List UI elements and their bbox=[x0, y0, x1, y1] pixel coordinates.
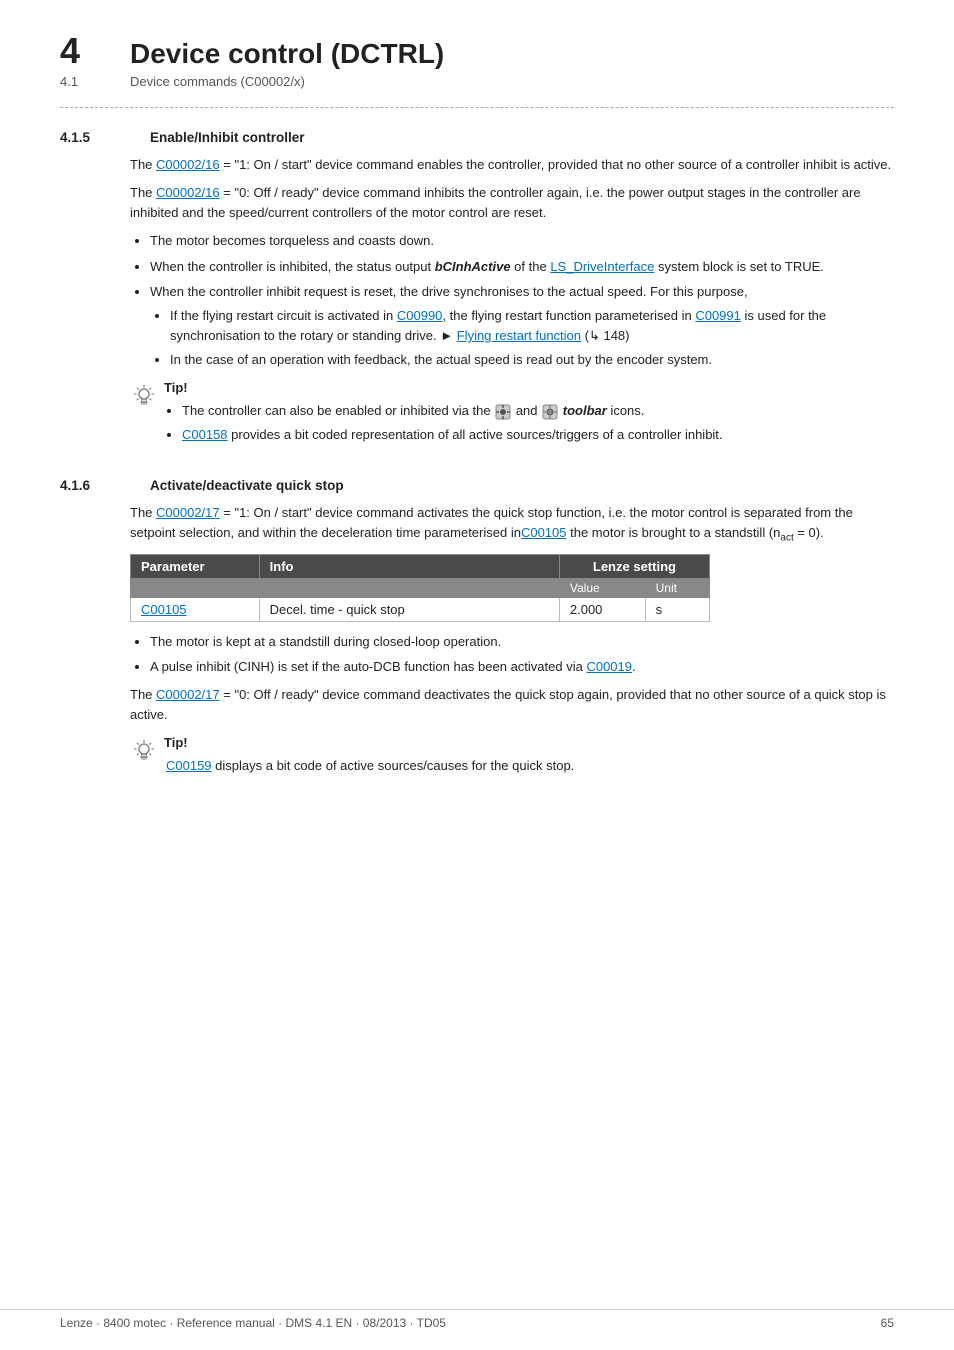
chapter-header: 4 Device control (DCTRL) bbox=[60, 30, 894, 72]
section-number: 4.1 bbox=[60, 74, 110, 89]
tip-label-415: Tip! bbox=[164, 380, 723, 395]
table-row: C00105 Decel. time - quick stop 2.000 s bbox=[131, 597, 710, 621]
link-c00158[interactable]: C00158 bbox=[182, 427, 228, 442]
tip-icon-415 bbox=[130, 381, 158, 409]
cell-value: 2.000 bbox=[559, 597, 645, 621]
section-title: Device commands (C00002/x) bbox=[130, 74, 305, 89]
col-header-info: Info bbox=[259, 554, 559, 578]
col-header-lenze: Lenze setting bbox=[559, 554, 709, 578]
bullet-list-416: The motor is kept at a standstill during… bbox=[150, 632, 894, 677]
col-subheader-param bbox=[131, 578, 260, 597]
col-subheader-unit: Unit bbox=[645, 578, 709, 597]
subsection-416-header: 4.1.6 Activate/deactivate quick stop bbox=[60, 478, 894, 493]
link-c00105-table[interactable]: C00105 bbox=[141, 602, 187, 617]
link-ls-driveinterface[interactable]: LS_DriveInterface bbox=[550, 259, 654, 274]
tip-box-415: Tip! The controller can also be enabled … bbox=[130, 380, 894, 449]
subsection-416: 4.1.6 Activate/deactivate quick stop The… bbox=[60, 478, 894, 777]
sub-bullet-list-415: If the flying restart circuit is activat… bbox=[170, 306, 894, 370]
link-c00002-16-1[interactable]: C00002/16 bbox=[156, 157, 220, 172]
page: 4 Device control (DCTRL) 4.1 Device comm… bbox=[0, 0, 954, 1350]
bullet-415-3: When the controller inhibit request is r… bbox=[150, 282, 894, 371]
subsection-415: 4.1.5 Enable/Inhibit controller The C000… bbox=[60, 130, 894, 450]
cell-unit: s bbox=[645, 597, 709, 621]
subsection-415-title: Enable/Inhibit controller bbox=[150, 130, 305, 145]
tip-bullet-415-1: The controller can also be enabled or in… bbox=[182, 401, 723, 421]
tip-content-416: Tip! C00159 displays a bit code of activ… bbox=[164, 735, 574, 776]
tip-icon-416 bbox=[130, 736, 158, 764]
subsection-415-number: 4.1.5 bbox=[60, 130, 130, 145]
subsection-416-number: 4.1.6 bbox=[60, 478, 130, 493]
chapter-title: Device control (DCTRL) bbox=[130, 38, 444, 70]
subsection-415-header: 4.1.5 Enable/Inhibit controller bbox=[60, 130, 894, 145]
cell-param: C00105 bbox=[131, 597, 260, 621]
chapter-number: 4 bbox=[60, 30, 110, 72]
link-c00105-inline[interactable]: C00105 bbox=[521, 525, 567, 540]
para-415-1: The C00002/16 = "1: On / start" device c… bbox=[130, 155, 894, 175]
tip-box-416: Tip! C00159 displays a bit code of activ… bbox=[130, 735, 894, 776]
section-header: 4.1 Device commands (C00002/x) bbox=[60, 74, 894, 89]
bullet-416-2: A pulse inhibit (CINH) is set if the aut… bbox=[150, 657, 894, 677]
link-c00002-17-1[interactable]: C00002/17 bbox=[156, 505, 220, 520]
link-c00002-17-2[interactable]: C00002/17 bbox=[156, 687, 220, 702]
footer-right: 65 bbox=[881, 1316, 894, 1330]
link-flying-restart[interactable]: Flying restart func­tion bbox=[457, 328, 581, 343]
para-416-1: The C00002/17 = "1: On / start" device c… bbox=[130, 503, 894, 546]
bullet-415-2: When the controller is inhibited, the st… bbox=[150, 257, 894, 277]
tip-content-415: Tip! The controller can also be enabled … bbox=[164, 380, 723, 449]
link-c00159[interactable]: C00159 bbox=[166, 758, 212, 773]
col-header-parameter: Parameter bbox=[131, 554, 260, 578]
para-415-2: The C00002/16 = "0: Off / ready" device … bbox=[130, 183, 894, 223]
subsection-416-title: Activate/deactivate quick stop bbox=[150, 478, 344, 493]
link-c00002-16-2[interactable]: C00002/16 bbox=[156, 185, 220, 200]
bullet-list-415: The motor becomes torqueless and coasts … bbox=[150, 231, 894, 370]
para-416-2: The C00002/17 = "0: Off / ready" device … bbox=[130, 685, 894, 725]
tip-text-416: C00159 displays a bit code of active sou… bbox=[166, 756, 574, 776]
tip-label-416: Tip! bbox=[164, 735, 574, 750]
footer-left: Lenze · 8400 motec · Reference manual · … bbox=[60, 1316, 446, 1330]
link-c00990[interactable]: C00990 bbox=[397, 308, 443, 323]
col-subheader-value: Value bbox=[559, 578, 645, 597]
param-table-416: Parameter Info Lenze setting Value Unit … bbox=[130, 554, 710, 622]
bullet-416-1: The motor is kept at a standstill during… bbox=[150, 632, 894, 652]
link-c00991[interactable]: C00991 bbox=[695, 308, 741, 323]
bullet-415-1: The motor becomes torqueless and coasts … bbox=[150, 231, 894, 251]
link-c00019[interactable]: C00019 bbox=[586, 659, 632, 674]
tip-bullets-415: The controller can also be enabled or in… bbox=[182, 401, 723, 449]
col-subheader-info bbox=[259, 578, 559, 597]
sub-bullet-415-2: In the case of an operation with feedbac… bbox=[170, 350, 894, 370]
divider bbox=[60, 107, 894, 108]
footer: Lenze · 8400 motec · Reference manual · … bbox=[0, 1309, 954, 1330]
sub-bullet-415-1: If the flying restart circuit is activat… bbox=[170, 306, 894, 346]
cell-info: Decel. time - quick stop bbox=[259, 597, 559, 621]
tip-bullet-415-2: C00158 provides a bit coded representati… bbox=[182, 425, 723, 445]
